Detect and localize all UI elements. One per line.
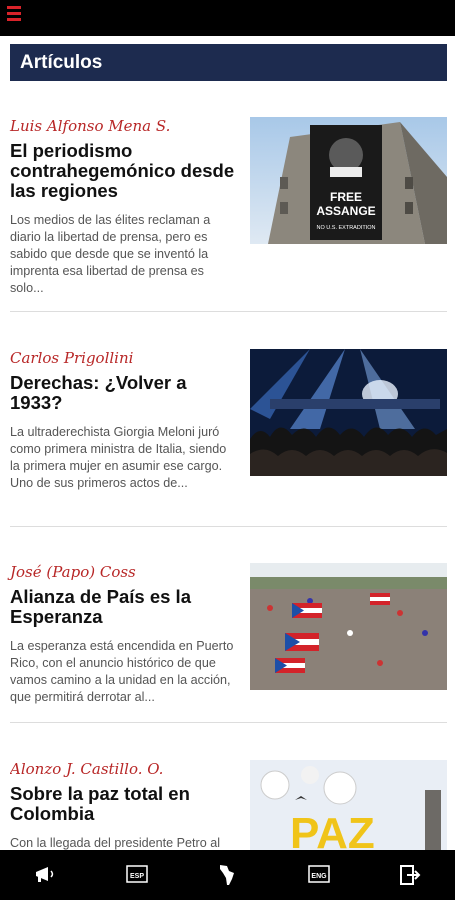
top-bar: [0, 0, 455, 36]
section-title: Artículos: [10, 44, 447, 81]
article-card[interactable]: Alonzo J. Castillo. O. Sobre la paz tota…: [10, 760, 447, 850]
svg-text:ASSANGE: ASSANGE: [316, 204, 375, 218]
article-author[interactable]: Luis Alfonso Mena S.: [10, 117, 235, 135]
article-card[interactable]: Luis Alfonso Mena S. El periodismo contr…: [10, 117, 447, 297]
article-author[interactable]: José (Papo) Coss: [10, 563, 235, 581]
article-title[interactable]: El periodismo contrahegemónico desde las…: [10, 141, 235, 201]
divider: [10, 311, 447, 312]
article-title[interactable]: Derechas: ¿Volver a 1933?: [10, 373, 235, 413]
bottom-nav: ESP ENG: [0, 850, 455, 900]
esp-language-icon[interactable]: ESP: [120, 860, 154, 890]
article-author[interactable]: Carlos Prigollini: [10, 349, 235, 367]
hamburger-menu-icon[interactable]: [7, 6, 21, 22]
article-title[interactable]: Alianza de País es la Esperanza: [10, 587, 235, 627]
article-author[interactable]: Alonzo J. Castillo. O.: [10, 760, 235, 778]
article-excerpt: La esperanza está encendida en Puerto Ri…: [10, 639, 234, 704]
logout-icon[interactable]: [393, 860, 427, 890]
svg-text:FREE: FREE: [330, 190, 362, 204]
article-thumbnail[interactable]: [250, 563, 447, 690]
article-excerpt: Los medios de las élites reclaman a diar…: [10, 213, 211, 295]
svg-text:PAZ: PAZ: [290, 809, 375, 850]
divider: [10, 722, 447, 723]
divider: [10, 526, 447, 527]
megaphone-icon[interactable]: [29, 860, 63, 890]
latin-america-map-icon[interactable]: [211, 860, 245, 890]
article-thumbnail[interactable]: FREE ASSANGE NO U.S. EXTRADITION: [250, 117, 447, 244]
svg-text:ESP: ESP: [129, 873, 143, 880]
article-card[interactable]: Carlos Prigollini Derechas: ¿Volver a 19…: [10, 349, 447, 509]
article-excerpt: Con la llegada del presidente Petro al: [10, 836, 221, 850]
article-thumbnail[interactable]: [250, 349, 447, 476]
article-card[interactable]: José (Papo) Coss Alianza de País es la E…: [10, 563, 447, 713]
eng-language-icon[interactable]: ENG: [302, 860, 336, 890]
svg-text:ENG: ENG: [311, 873, 327, 880]
article-excerpt: La ultraderechista Giorgia Meloni juró c…: [10, 425, 227, 490]
article-thumbnail[interactable]: PAZ: [250, 760, 447, 850]
svg-text:NO U.S. EXTRADITION: NO U.S. EXTRADITION: [317, 225, 376, 231]
article-title[interactable]: Sobre la paz total en Colombia: [10, 784, 235, 824]
